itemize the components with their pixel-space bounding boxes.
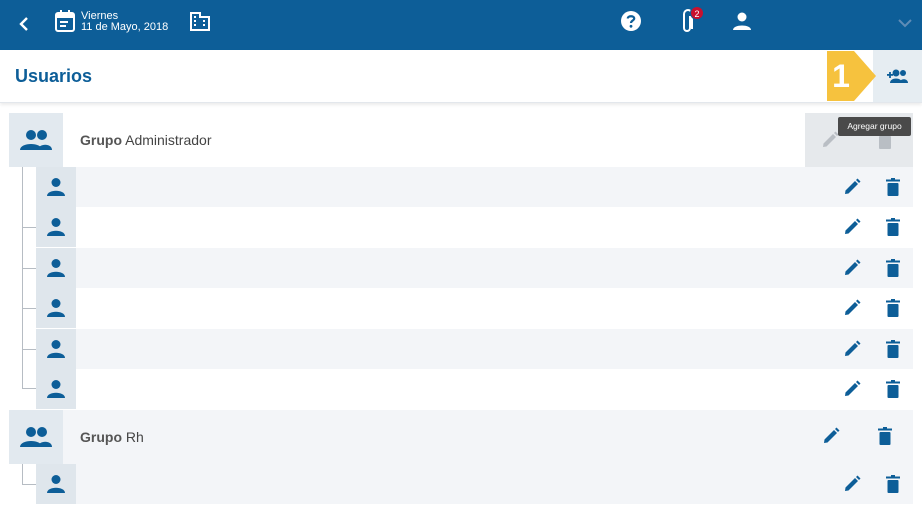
group-row: Grupo Administrador <box>9 113 913 167</box>
user-icon[interactable] <box>731 10 753 32</box>
attachments-badge: 2 <box>690 6 704 20</box>
building-icon[interactable] <box>190 11 210 31</box>
add-group-icon <box>886 69 908 83</box>
edit-icon[interactable] <box>840 472 864 496</box>
user-icon <box>36 369 76 409</box>
delete-icon[interactable] <box>873 424 897 448</box>
edit-icon[interactable] <box>840 215 864 239</box>
back-icon[interactable] <box>12 12 36 36</box>
edit-icon[interactable] <box>840 296 864 320</box>
user-icon <box>36 167 76 207</box>
delete-icon[interactable] <box>881 256 905 280</box>
group-prefix: Grupo <box>80 132 122 148</box>
user-icon <box>36 207 76 247</box>
user-icon <box>36 288 76 328</box>
tutorial-marker: 1 <box>824 48 878 104</box>
edit-icon[interactable] <box>840 337 864 361</box>
delete-icon[interactable] <box>881 296 905 320</box>
user-icon <box>36 329 76 369</box>
delete-icon[interactable] <box>881 175 905 199</box>
tree-branch <box>22 308 36 309</box>
tree-branch <box>22 349 36 350</box>
top-bar: Viernes 11 de Mayo, 2018 2 <box>0 0 922 50</box>
tree-branch <box>22 484 36 485</box>
tree-branch <box>22 227 36 228</box>
page-title: Usuarios <box>15 66 93 86</box>
user-icon <box>36 464 76 504</box>
group-label: Grupo Administrador <box>80 132 212 148</box>
edit-icon[interactable] <box>819 424 843 448</box>
tree-branch <box>22 268 36 269</box>
user-row[interactable] <box>36 329 913 369</box>
user-row[interactable] <box>36 288 913 328</box>
user-row[interactable] <box>36 207 913 247</box>
group-label: Grupo Rh <box>80 429 144 445</box>
user-row[interactable] <box>36 167 913 207</box>
group-icon <box>9 113 63 167</box>
edit-icon[interactable] <box>840 377 864 401</box>
tree-line <box>22 167 23 388</box>
current-date: Viernes 11 de Mayo, 2018 <box>81 11 168 33</box>
chevron-down-icon[interactable] <box>895 13 915 33</box>
edit-icon[interactable] <box>840 256 864 280</box>
user-row[interactable] <box>36 248 913 288</box>
group-icon <box>9 410 63 464</box>
group-name: Rh <box>125 429 144 445</box>
tree-branch <box>22 388 36 389</box>
user-icon <box>36 248 76 288</box>
user-row[interactable] <box>36 369 913 409</box>
delete-icon[interactable] <box>881 215 905 239</box>
tree-line <box>22 464 23 484</box>
delete-icon[interactable] <box>881 472 905 496</box>
add-group-button[interactable] <box>873 50 922 102</box>
group-row: Grupo Rh <box>9 410 913 464</box>
group-prefix: Grupo <box>80 429 122 445</box>
group-name: Administrador <box>125 132 212 148</box>
calendar-icon <box>55 10 75 32</box>
delete-icon[interactable] <box>881 337 905 361</box>
date-full: 11 de Mayo, 2018 <box>81 21 169 33</box>
help-icon[interactable] <box>620 10 642 32</box>
group-main[interactable]: Grupo Administrador <box>63 113 805 167</box>
user-row[interactable] <box>36 464 913 504</box>
edit-icon[interactable] <box>840 175 864 199</box>
title-bar: Usuarios <box>0 50 922 103</box>
delete-icon[interactable] <box>881 377 905 401</box>
add-group-tooltip: Agregar grupo <box>838 117 911 136</box>
group-main[interactable]: Grupo Rh <box>63 410 913 464</box>
marker-number: 1 <box>832 58 850 94</box>
